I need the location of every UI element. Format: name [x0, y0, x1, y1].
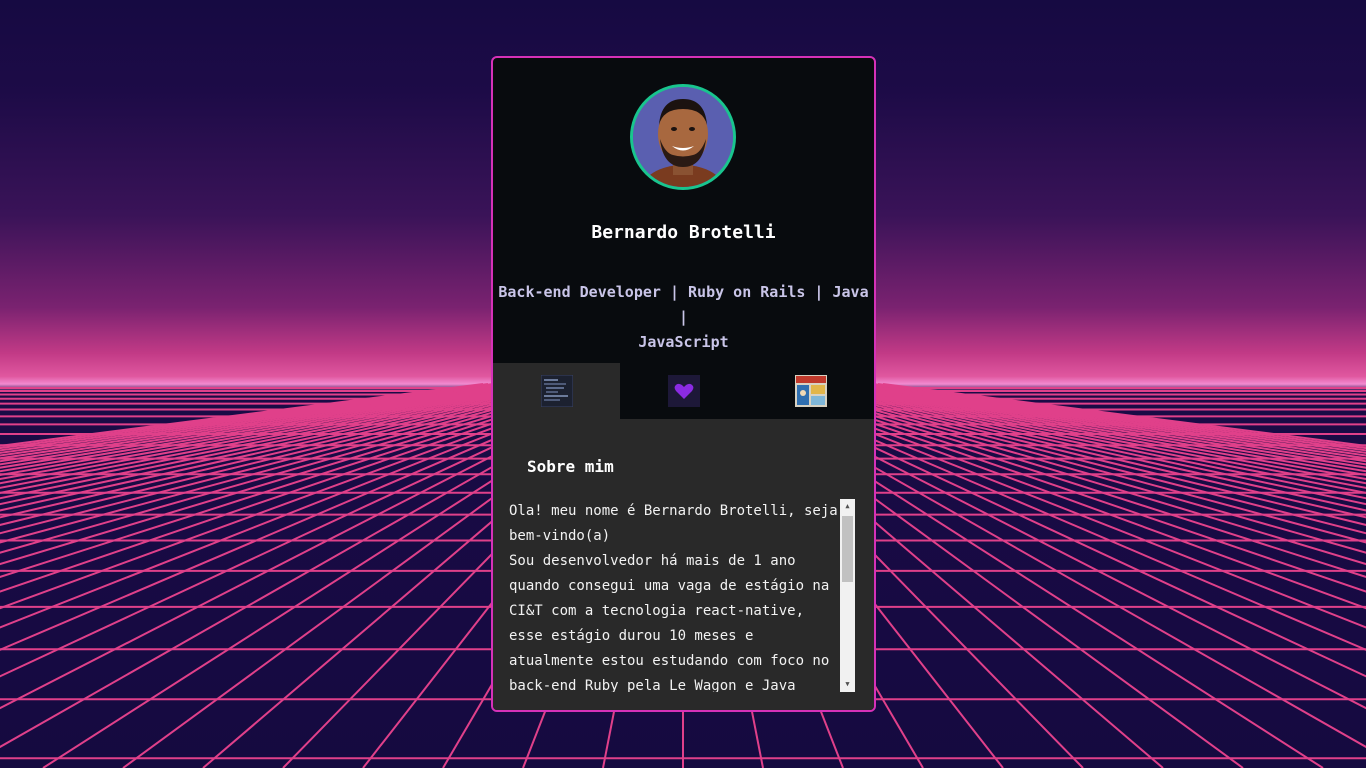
scroll-up-arrow-icon[interactable]: ▲ [840, 499, 855, 514]
profile-subtitle: Back-end Developer | Ruby on Rails | Jav… [493, 280, 874, 355]
profile-card: Bernardo Brotelli Back-end Developer | R… [491, 56, 876, 712]
tab-bar [493, 363, 874, 419]
subtitle-line-1: Back-end Developer | Ruby on Rails | Jav… [498, 283, 869, 326]
tab-likes[interactable] [620, 363, 747, 419]
about-text: Ola! meu nome é Bernardo Brotelli, seja … [509, 503, 838, 692]
heart-icon [667, 375, 700, 407]
about-textarea[interactable]: Ola! meu nome é Bernardo Brotelli, seja … [509, 499, 855, 692]
about-panel: Sobre mim Ola! meu nome é Bernardo Brote… [493, 419, 874, 710]
scroll-thumb[interactable] [842, 516, 853, 582]
subtitle-line-2: JavaScript [638, 333, 729, 351]
comic-icon [794, 375, 827, 407]
tab-about[interactable] [493, 363, 620, 419]
about-title: Sobre mim [527, 457, 614, 476]
avatar-portrait [633, 87, 733, 187]
tab-comics[interactable] [747, 363, 874, 419]
scroll-down-arrow-icon[interactable]: ▼ [840, 677, 855, 692]
scrollbar[interactable]: ▲ ▼ [840, 499, 855, 692]
code-screenshot-icon [540, 375, 573, 407]
avatar [630, 84, 736, 190]
profile-name: Bernardo Brotelli [591, 222, 776, 243]
